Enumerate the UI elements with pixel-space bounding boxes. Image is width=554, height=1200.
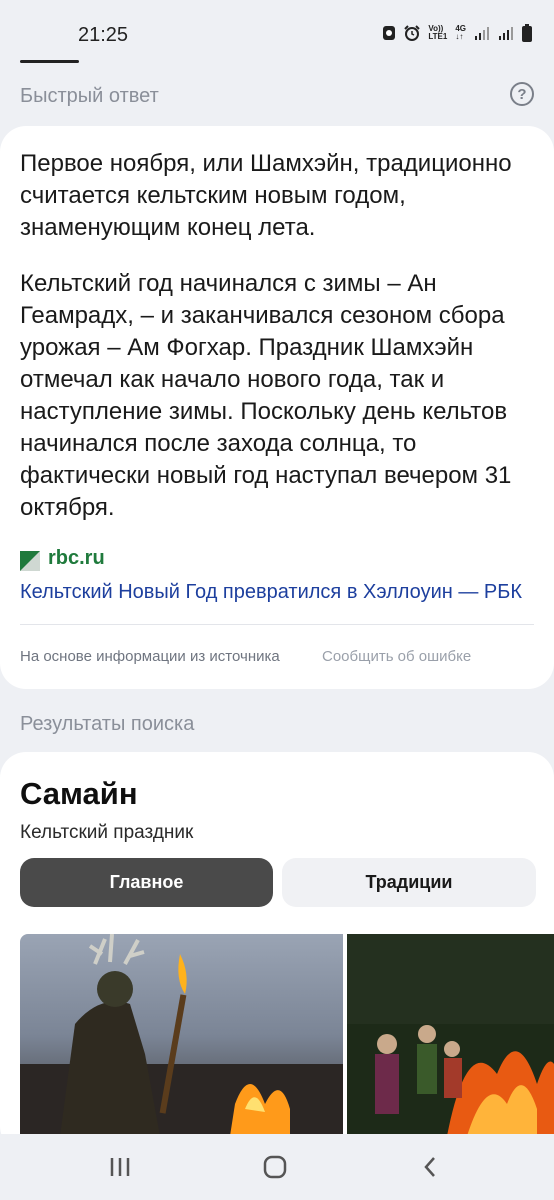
status-time: 21:25: [78, 24, 129, 46]
tab-main[interactable]: Главное: [20, 858, 273, 907]
active-tab-indicator: [20, 60, 79, 63]
recent-apps-button[interactable]: [105, 1152, 135, 1182]
4g-icon: 4G ↓↑: [455, 24, 466, 41]
status-bar: 21:25 Vo)) LTE1 4G ↓↑: [0, 0, 554, 62]
source-domain[interactable]: rbc.ru: [48, 547, 105, 570]
source-link[interactable]: Кельтский Новый Год превратился в Хэллоу…: [20, 581, 534, 604]
entity-photo[interactable]: [347, 934, 554, 1136]
search-results-label: Результаты поиска: [20, 713, 195, 735]
tab-traditions[interactable]: Традиции: [282, 858, 536, 907]
signal-icon: [475, 27, 489, 40]
screen-saver-icon: [383, 26, 396, 40]
answer-paragraph: Первое ноября, или Шамхэйн, традиционно …: [20, 150, 512, 241]
status-icons: Vo)) LTE1 4G ↓↑: [382, 24, 532, 42]
signal-icon: [499, 27, 513, 40]
back-button[interactable]: [415, 1152, 445, 1182]
recent-apps-icon: [110, 1158, 130, 1176]
entity-subtitle: Кельтский праздник: [20, 822, 194, 843]
help-icon[interactable]: ?: [510, 82, 534, 106]
source-footnote: На основе информации из источника: [20, 648, 280, 665]
answer-paragraph: Кельтский год начинался с зимы – Ан Геам…: [20, 270, 512, 521]
alarm-icon: [404, 25, 421, 41]
quick-answer-card: Первое ноября, или Шамхэйн, традиционно …: [0, 126, 554, 689]
home-icon: [263, 1155, 287, 1179]
divider: [20, 624, 534, 625]
back-icon: [424, 1157, 435, 1177]
entity-card: Самайн Кельтский праздник Главное Традиц…: [0, 752, 554, 1152]
entity-title[interactable]: Самайн: [20, 776, 138, 812]
rbc-logo-icon: [20, 551, 40, 571]
volte-icon: Vo)) LTE1: [428, 24, 448, 41]
answer-text: Первое ноября, или Шамхэйн, традиционно …: [20, 148, 540, 548]
battery-icon: [522, 24, 532, 42]
system-nav-bar: [0, 1134, 554, 1200]
quick-answer-label: Быстрый ответ: [20, 85, 159, 107]
home-button[interactable]: [260, 1152, 290, 1182]
report-error-link[interactable]: Сообщить об ошибке: [322, 648, 471, 665]
entity-photo[interactable]: [20, 934, 343, 1136]
